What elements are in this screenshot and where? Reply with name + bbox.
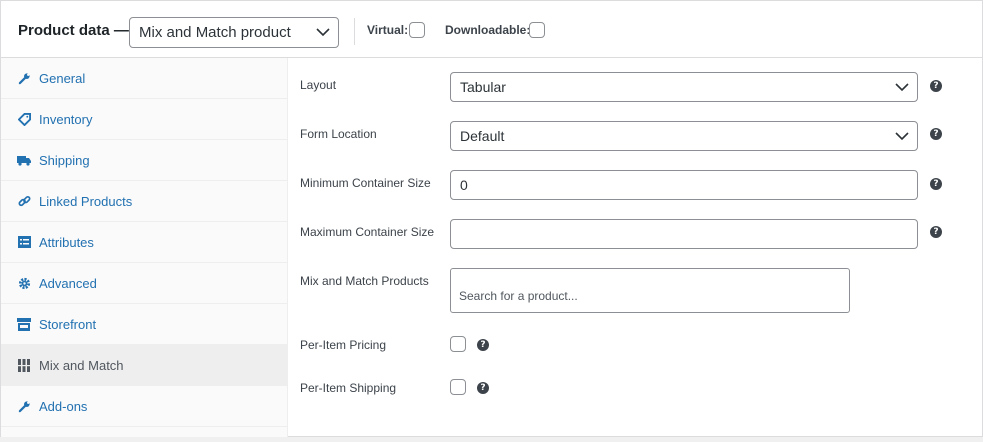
tab-mix-and-match[interactable]: Mix and Match <box>1 345 287 386</box>
form-location-value: Default <box>460 128 505 144</box>
wrench-icon <box>17 71 31 85</box>
tab-label: Advanced <box>39 276 97 291</box>
product-data-header: Product data — Mix and Match product Vir… <box>1 1 982 58</box>
chevron-down-icon <box>895 83 909 92</box>
tab-label: Linked Products <box>39 194 133 209</box>
layout-label: Layout <box>300 78 337 92</box>
truck-icon <box>17 153 31 167</box>
tab-advanced[interactable]: Advanced <box>1 263 287 304</box>
help-icon[interactable]: ? <box>477 382 489 394</box>
max-size-input[interactable] <box>450 219 918 249</box>
tab-linked-products[interactable]: Linked Products <box>1 181 287 222</box>
min-size-value: 0 <box>460 177 468 193</box>
tab-label: General <box>39 71 86 86</box>
tab-label: Attributes <box>39 235 94 250</box>
product-data-title: Product data — <box>18 22 129 39</box>
tab-inventory[interactable]: Inventory <box>1 99 287 140</box>
virtual-checkbox[interactable] <box>409 22 425 38</box>
layout-value: Tabular <box>460 79 506 95</box>
help-icon[interactable]: ? <box>477 339 489 351</box>
tab-general[interactable]: General <box>1 58 287 99</box>
form-location-select[interactable]: Default <box>450 121 918 151</box>
products-label: Mix and Match Products <box>300 274 429 288</box>
wrench-icon <box>17 399 31 413</box>
tab-label: Inventory <box>39 112 93 127</box>
link-icon <box>17 194 31 208</box>
chevron-down-icon <box>895 132 909 141</box>
form-location-label: Form Location <box>300 127 377 141</box>
tab-shipping[interactable]: Shipping <box>1 140 287 181</box>
per-item-shipping-checkbox[interactable] <box>450 379 466 395</box>
product-search-placeholder: Search for a product... <box>459 289 578 303</box>
tab-label: Storefront <box>39 317 97 332</box>
list-icon <box>17 235 31 249</box>
product-search-input[interactable]: Search for a product... <box>450 268 850 313</box>
gear-icon <box>17 276 31 290</box>
product-type-value: Mix and Match product <box>139 24 291 41</box>
store-icon <box>17 317 31 331</box>
min-size-input[interactable]: 0 <box>450 170 918 200</box>
product-data-tabs: General Inventory Shipping Linked Produc… <box>1 58 288 437</box>
help-icon[interactable]: ? <box>930 226 942 238</box>
min-size-label: Minimum Container Size <box>300 176 431 190</box>
tab-storefront[interactable]: Storefront <box>1 304 287 345</box>
layout-select[interactable]: Tabular <box>450 72 918 102</box>
tab-label: Mix and Match <box>39 358 124 373</box>
help-icon[interactable]: ? <box>930 178 942 190</box>
grid-icon <box>17 358 31 372</box>
per-item-pricing-label: Per-Item Pricing <box>300 338 387 352</box>
per-item-pricing-checkbox[interactable] <box>450 336 466 352</box>
tag-icon <box>17 112 31 126</box>
header-divider <box>354 18 355 45</box>
chevron-down-icon <box>316 28 330 37</box>
downloadable-label: Downloadable: <box>445 23 531 37</box>
tab-label: Shipping <box>39 153 90 168</box>
tab-attributes[interactable]: Attributes <box>1 222 287 263</box>
max-size-label: Maximum Container Size <box>300 225 435 239</box>
tab-add-ons[interactable]: Add-ons <box>1 386 287 427</box>
product-data-panel: Product data — Mix and Match product Vir… <box>0 0 983 437</box>
downloadable-checkbox[interactable] <box>529 22 545 38</box>
help-icon[interactable]: ? <box>930 80 942 92</box>
product-type-select[interactable]: Mix and Match product <box>129 17 339 48</box>
tab-label: Add-ons <box>39 399 88 414</box>
per-item-shipping-label: Per-Item Shipping <box>300 381 397 395</box>
virtual-label: Virtual: <box>367 23 409 37</box>
help-icon[interactable]: ? <box>930 128 942 140</box>
